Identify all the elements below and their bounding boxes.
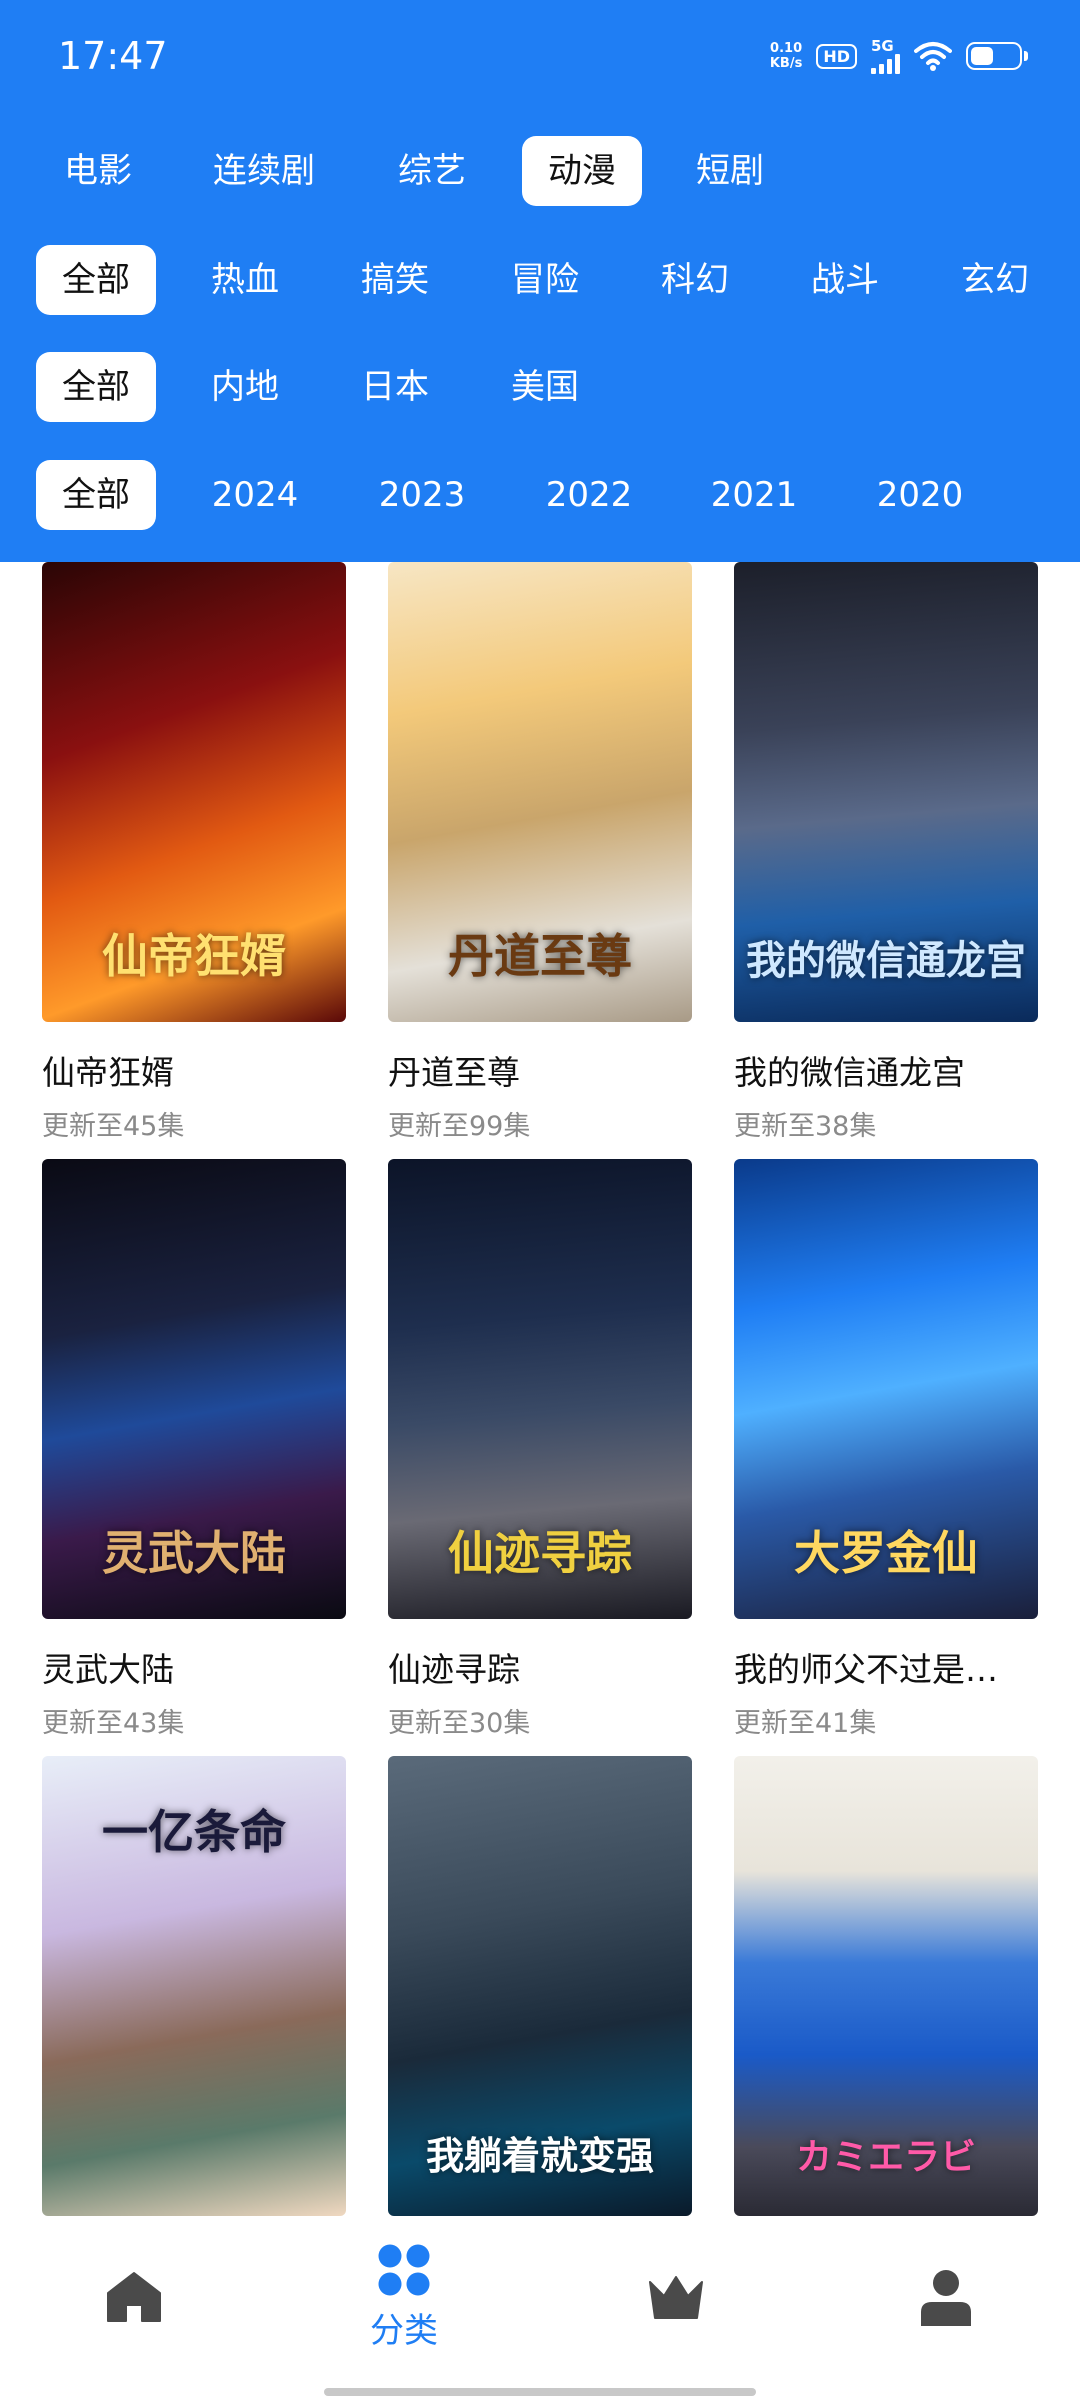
year-2020[interactable]: 2020 (860, 460, 980, 530)
poster-title-art: 仙帝狂婿 (102, 929, 286, 983)
wifi-icon (914, 42, 952, 71)
card-episode-status: 更新至45集 (42, 1111, 185, 1142)
year-2021[interactable]: 2021 (694, 460, 814, 530)
nav-profile[interactable] (866, 2227, 1026, 2367)
media-card[interactable]: 我躺着就变强 (388, 1756, 692, 2216)
net-speed-unit: KB/s (769, 56, 803, 71)
poster-image: 仙迹寻踪 (388, 1159, 692, 1619)
card-episode-status: 更新至30集 (388, 1708, 531, 1739)
media-card[interactable]: 仙帝狂婿 仙帝狂婿 更新至45集 (42, 562, 346, 1143)
tab-anime[interactable]: 动漫 (522, 136, 642, 206)
card-episode-status: 更新至99集 (388, 1111, 531, 1142)
genre-scifi[interactable]: 科幻 (635, 245, 755, 315)
media-card[interactable]: 大罗金仙 我的师父不过是… 更新至41集 (734, 1159, 1038, 1740)
poster-image: 一亿条命 (42, 1756, 346, 2216)
home-icon (107, 2272, 161, 2322)
card-title: 仙帝狂婿 (42, 1053, 174, 1092)
region-japan[interactable]: 日本 (335, 352, 455, 422)
home-indicator[interactable] (324, 2388, 756, 2396)
network-type: 5G (871, 36, 894, 55)
content-grid: 仙帝狂婿 仙帝狂婿 更新至45集 丹道至尊 丹道至尊 更新至99集 我的微信通龙… (0, 562, 1080, 2227)
media-card[interactable]: 一亿条命 (42, 1756, 346, 2216)
nav-category[interactable]: 分类 (324, 2227, 484, 2367)
card-episode-status: 更新至43集 (42, 1708, 185, 1739)
card-title: 仙迹寻踪 (388, 1650, 520, 1689)
poster-image: 丹道至尊 (388, 562, 692, 1022)
poster-image: カミエラビ (734, 1756, 1038, 2216)
poster-title-art: 丹道至尊 (448, 929, 632, 983)
poster-image: 我躺着就变强 (388, 1756, 692, 2216)
region-all[interactable]: 全部 (36, 352, 156, 422)
poster-title-art: 灵武大陆 (102, 1526, 286, 1580)
year-2022[interactable]: 2022 (529, 460, 649, 530)
genre-filters: 全部 热血 搞笑 冒险 科幻 战斗 玄幻 (0, 245, 1080, 315)
status-icons: 0.10 KB/s HD 5G (770, 34, 1028, 78)
tab-movie[interactable]: 电影 (38, 136, 158, 206)
media-card[interactable]: 我的微信通龙宫 我的微信通龙宫 更新至38集 (734, 562, 1038, 1143)
genre-comedy[interactable]: 搞笑 (335, 245, 455, 315)
tab-series[interactable]: 连续剧 (196, 136, 332, 206)
header: 17:47 0.10 KB/s HD 5G 电影 连续剧 综艺 动漫 短剧 全部… (0, 0, 1080, 562)
nav-ranking[interactable] (596, 2227, 756, 2367)
nav-home[interactable] (54, 2227, 214, 2367)
tab-short-drama[interactable]: 短剧 (670, 136, 790, 206)
bottom-nav: 分类 (0, 2227, 1080, 2400)
tab-variety[interactable]: 综艺 (372, 136, 492, 206)
net-speed: 0.10 KB/s (770, 41, 802, 71)
card-title: 我的师父不过是… (734, 1650, 998, 1689)
year-all[interactable]: 全部 (36, 460, 156, 530)
category-tabs: 电影 连续剧 综艺 动漫 短剧 (0, 136, 1080, 206)
media-card[interactable]: カミエラビ (734, 1756, 1038, 2216)
poster-title-art: 仙迹寻踪 (448, 1526, 632, 1580)
poster-image: 我的微信通龙宫 (734, 562, 1038, 1022)
poster-title-art: 大罗金仙 (794, 1526, 978, 1580)
year-2024[interactable]: 2024 (195, 460, 315, 530)
status-time: 17:47 (58, 34, 168, 78)
media-card[interactable]: 仙迹寻踪 仙迹寻踪 更新至30集 (388, 1159, 692, 1740)
media-card[interactable]: 丹道至尊 丹道至尊 更新至99集 (388, 562, 692, 1143)
region-usa[interactable]: 美国 (485, 352, 605, 422)
battery-icon (966, 42, 1028, 70)
card-title: 丹道至尊 (388, 1053, 520, 1092)
net-speed-value: 0.10 (770, 41, 803, 56)
poster-image: 大罗金仙 (734, 1159, 1038, 1619)
genre-battle[interactable]: 战斗 (785, 245, 905, 315)
media-card[interactable]: 灵武大陆 灵武大陆 更新至43集 (42, 1159, 346, 1740)
year-filters: 全部 2024 2023 2022 2021 2020 (0, 460, 1080, 530)
poster-title-art: 我躺着就变强 (425, 2133, 654, 2178)
poster-image: 仙帝狂婿 (42, 562, 346, 1022)
poster-title-art: 一亿条命 (102, 1805, 286, 1859)
crown-icon (649, 2276, 703, 2319)
nav-category-label: 分类 (370, 2310, 438, 2351)
signal-icon: 5G (871, 36, 900, 74)
card-title: 灵武大陆 (42, 1650, 174, 1689)
card-episode-status: 更新至38集 (734, 1111, 877, 1142)
genre-fantasy[interactable]: 玄幻 (935, 245, 1055, 315)
poster-title-art: 我的微信通龙宫 (746, 937, 1026, 984)
genre-hot-blood[interactable]: 热血 (185, 245, 305, 315)
user-icon (921, 2270, 971, 2326)
card-episode-status: 更新至41集 (734, 1708, 877, 1739)
year-2023[interactable]: 2023 (362, 460, 482, 530)
status-bar: 17:47 0.10 KB/s HD 5G (0, 0, 1080, 115)
category-icon (378, 2244, 430, 2295)
hd-icon: HD (816, 43, 857, 69)
card-title: 我的微信通龙宫 (734, 1053, 965, 1092)
genre-adventure[interactable]: 冒险 (485, 245, 605, 315)
poster-image: 灵武大陆 (42, 1159, 346, 1619)
poster-title-art: カミエラビ (795, 2136, 976, 2178)
genre-all[interactable]: 全部 (36, 245, 156, 315)
region-mainland[interactable]: 内地 (185, 352, 305, 422)
region-filters: 全部 内地 日本 美国 (0, 352, 1080, 422)
